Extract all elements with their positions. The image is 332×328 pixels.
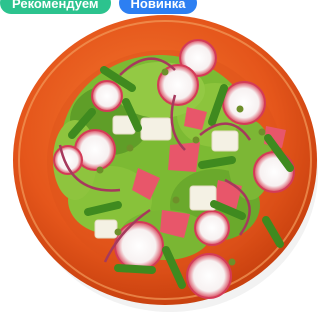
salad-image [13,15,318,312]
